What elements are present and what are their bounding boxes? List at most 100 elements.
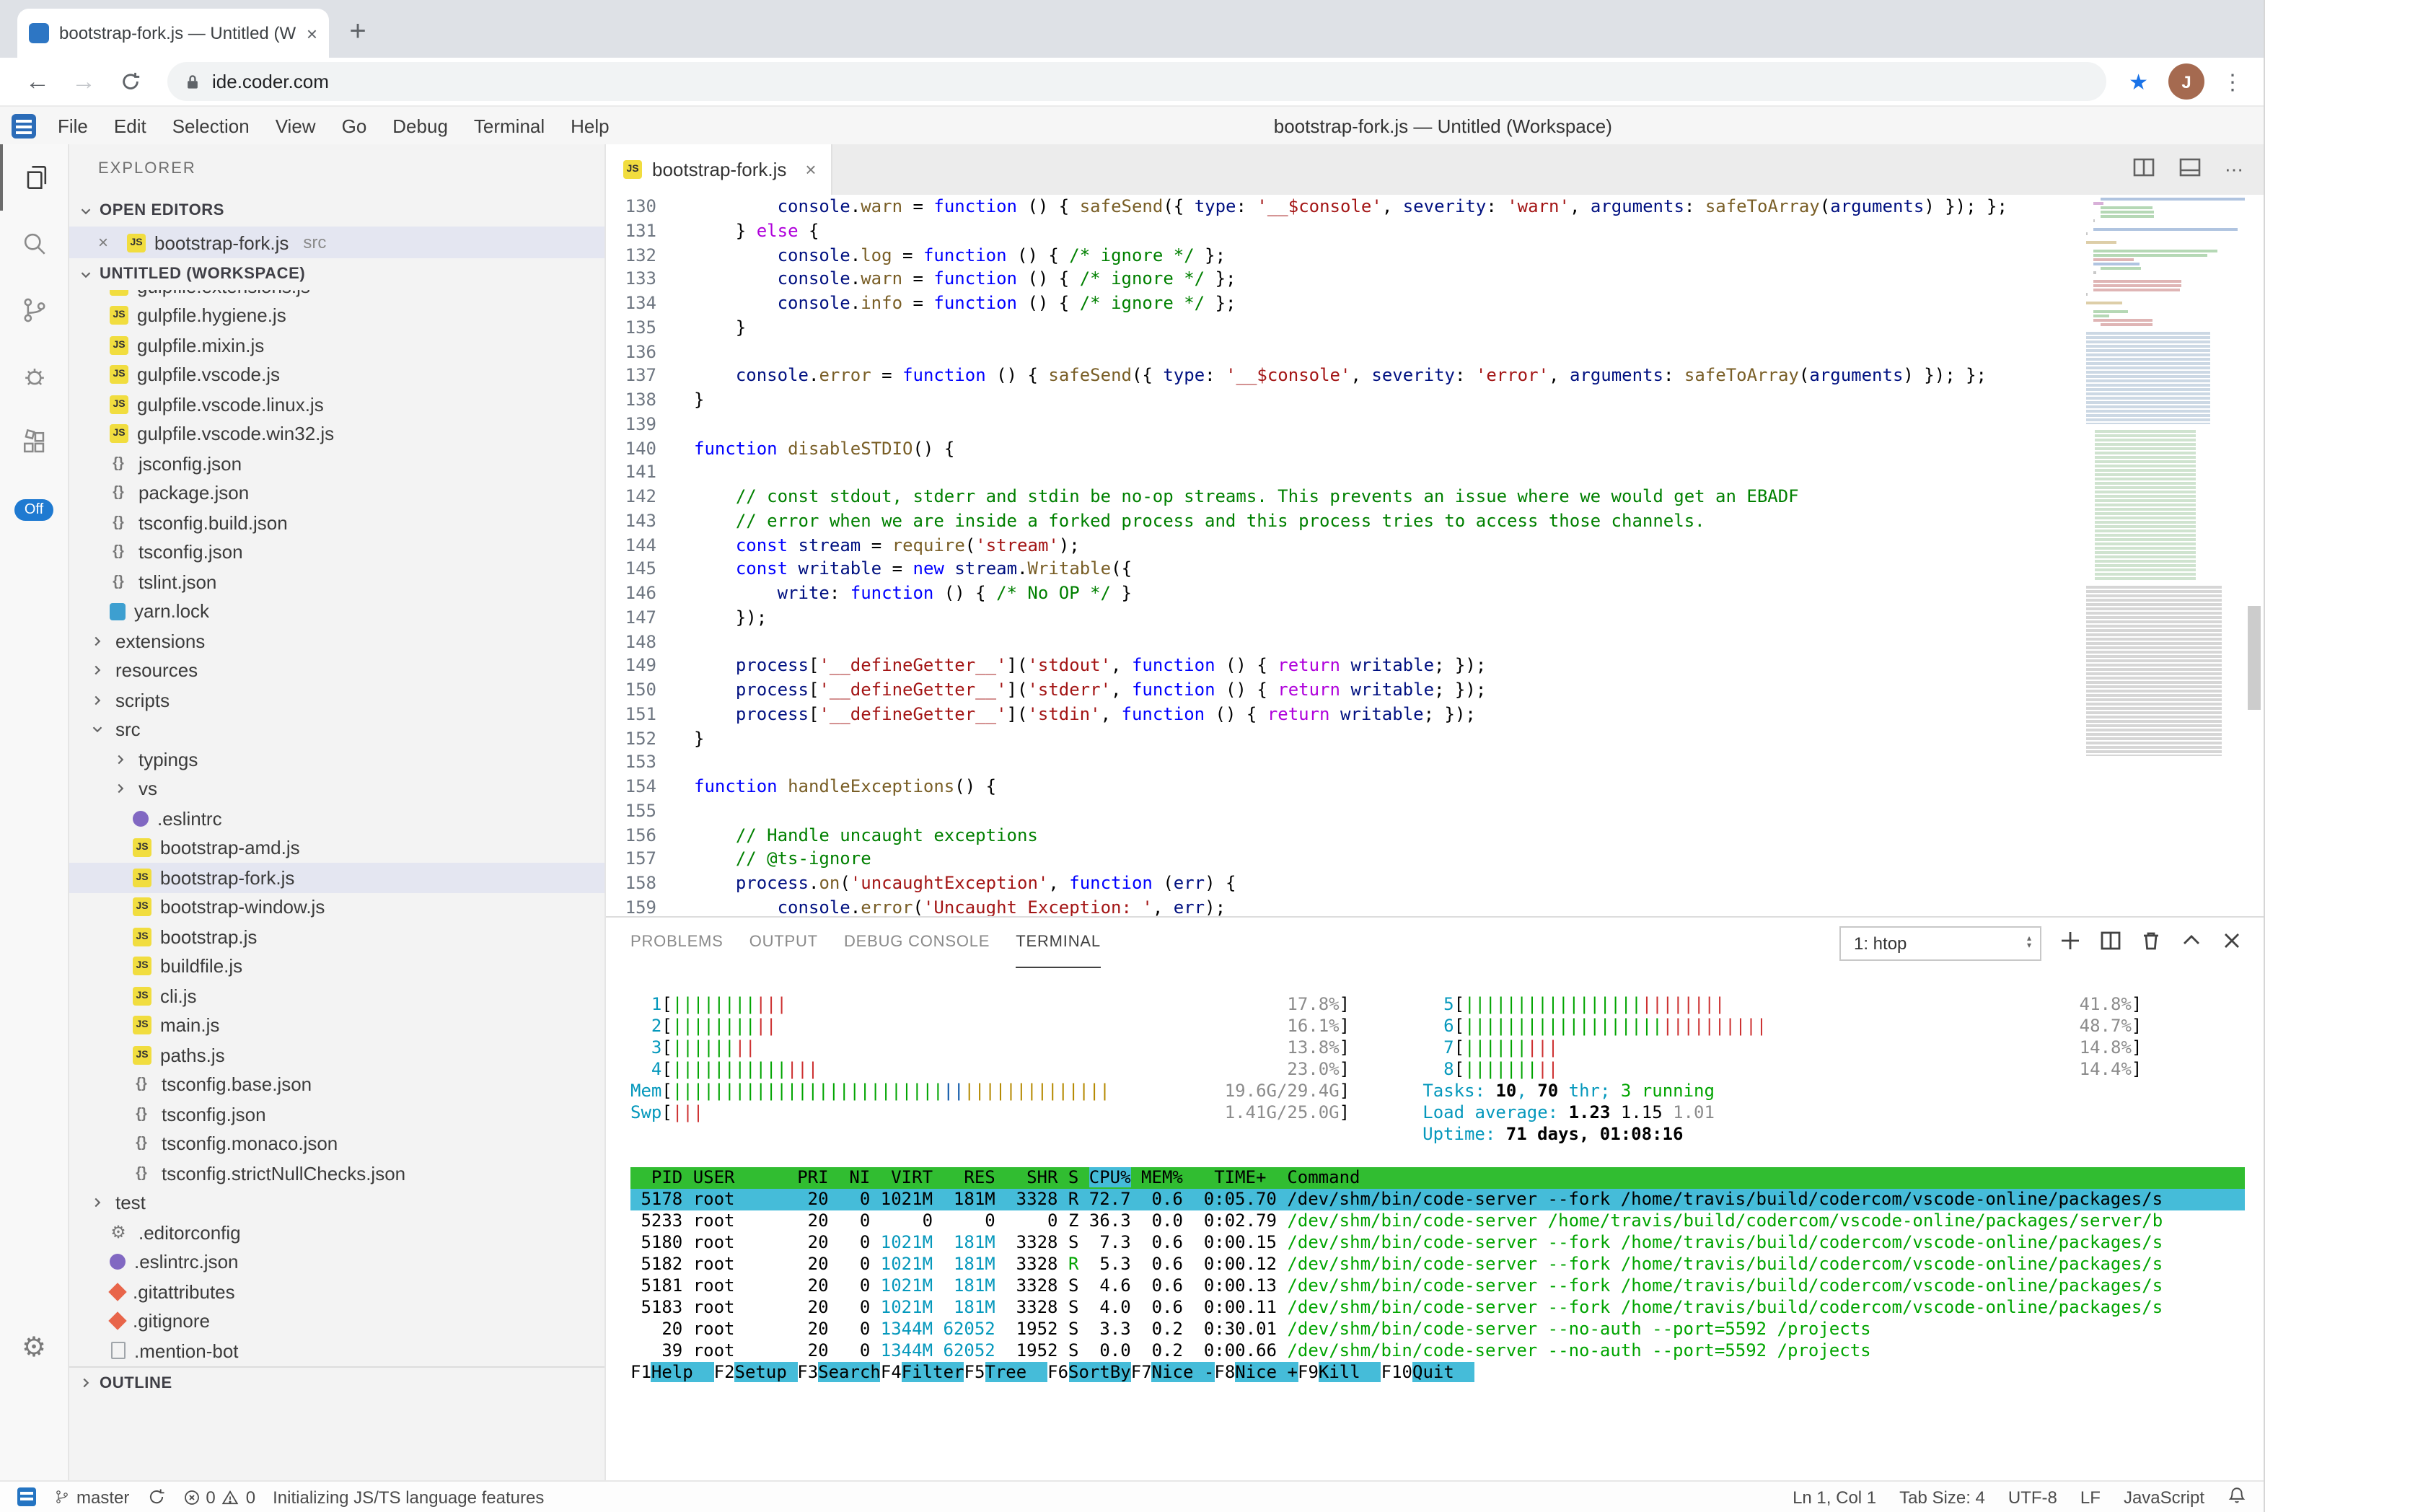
menu-debug[interactable]: Debug <box>379 115 461 136</box>
browser-tab[interactable]: bootstrap-fork.js — Untitled (W × <box>17 9 329 58</box>
editor-scrollbar[interactable] <box>2245 195 2264 916</box>
menu-help[interactable]: Help <box>558 115 623 136</box>
tree-item-scripts[interactable]: scripts <box>69 685 604 715</box>
status-badge[interactable]: Off <box>14 499 53 521</box>
tree-item-tsconfig.json[interactable]: {}tsconfig.json <box>69 537 604 567</box>
tree-item-yarn.lock[interactable]: yarn.lock <box>69 597 604 626</box>
tab-size[interactable]: Tab Size: 4 <box>1899 1487 1985 1507</box>
code-line-155: 155 <box>606 799 2264 824</box>
avatar[interactable]: J <box>2168 63 2204 100</box>
tree-item-bootstrap-fork.js[interactable]: JSbootstrap-fork.js <box>69 863 604 892</box>
menu-terminal[interactable]: Terminal <box>461 115 558 136</box>
forward-icon[interactable]: → <box>66 64 101 99</box>
workspace-header[interactable]: UNTITLED (WORKSPACE) <box>69 258 604 290</box>
tree-item-buildfile.js[interactable]: JSbuildfile.js <box>69 951 604 981</box>
close-icon[interactable]: × <box>98 232 115 252</box>
open-editor-item[interactable]: × JS bootstrap-fork.js src <box>69 227 604 258</box>
extensions-icon[interactable] <box>0 410 69 476</box>
tree-item-cli.js[interactable]: JScli.js <box>69 981 604 1011</box>
scrollbar-thumb[interactable] <box>2248 606 2261 710</box>
gear-icon[interactable]: ⚙ <box>22 1332 46 1365</box>
tree-item-.gitignore[interactable]: .gitignore <box>69 1306 604 1336</box>
terminal-picker[interactable]: 1: htop ▴▾ <box>1839 926 2041 960</box>
tree-item-gulpfile.hygiene.js[interactable]: JSgulpfile.hygiene.js <box>69 301 604 330</box>
tree-item-main.js[interactable]: JSmain.js <box>69 1011 604 1040</box>
kill-terminal-icon[interactable] <box>2140 929 2163 957</box>
reload-icon[interactable] <box>113 64 147 99</box>
tree-item-.mention-bot[interactable]: .mention-bot <box>69 1336 604 1366</box>
tree-item-gulpfile.vscode.win32.js[interactable]: JSgulpfile.vscode.win32.js <box>69 419 604 449</box>
code-editor[interactable]: 130 console.warn = function () { safeSen… <box>606 195 2264 916</box>
debug-icon[interactable] <box>0 343 69 410</box>
remote-indicator-icon[interactable] <box>17 1487 36 1506</box>
close-icon[interactable]: × <box>805 159 816 180</box>
back-icon[interactable]: ← <box>20 64 55 99</box>
tree-item-src[interactable]: src <box>69 715 604 744</box>
tree-item-tsconfig.json[interactable]: {}tsconfig.json <box>69 1099 604 1129</box>
menu-selection[interactable]: Selection <box>159 115 263 136</box>
tree-item-gulpfile.vscode.js[interactable]: JSgulpfile.vscode.js <box>69 360 604 390</box>
panel-tab-debug-console[interactable]: DEBUG CONSOLE <box>844 918 990 968</box>
menu-edit[interactable]: Edit <box>101 115 159 136</box>
menu-go[interactable]: Go <box>329 115 380 136</box>
url-bar[interactable]: ide.coder.com <box>167 62 2106 101</box>
tab-close-icon[interactable]: × <box>307 22 317 44</box>
terminal-content[interactable]: 1[||||||||||| 17.8%] 5[|||||||||||||||||… <box>606 968 2264 1480</box>
tree-item-tsconfig.strictNullChecks.json[interactable]: {}tsconfig.strictNullChecks.json <box>69 1159 604 1188</box>
browser-menu-icon[interactable]: ⋮ <box>2222 69 2243 94</box>
open-editors-header[interactable]: OPEN EDITORS <box>69 195 604 227</box>
tree-item-tslint.json[interactable]: {}tslint.json <box>69 567 604 597</box>
tree-item-bootstrap-window.js[interactable]: JSbootstrap-window.js <box>69 892 604 922</box>
tree-item-gulpfile.vscode.linux.js[interactable]: JSgulpfile.vscode.linux.js <box>69 390 604 419</box>
tree-item-gulpfile.extensions.js[interactable]: JSgulpfile.extensions.js <box>69 290 604 301</box>
maximize-panel-icon[interactable] <box>2180 929 2203 957</box>
tree-item-.gitattributes[interactable]: .gitattributes <box>69 1277 604 1306</box>
panel-tab-problems[interactable]: PROBLEMS <box>630 918 724 968</box>
branch-indicator[interactable]: master <box>53 1487 129 1507</box>
split-terminal-icon[interactable] <box>2099 929 2122 957</box>
tree-item-bootstrap-amd.js[interactable]: JSbootstrap-amd.js <box>69 833 604 863</box>
cursor-position[interactable]: Ln 1, Col 1 <box>1793 1487 1876 1507</box>
encoding[interactable]: UTF-8 <box>2008 1487 2057 1507</box>
search-icon[interactable] <box>0 211 69 277</box>
tree-item-resources[interactable]: resources <box>69 656 604 685</box>
tree-item-vs[interactable]: vs <box>69 774 604 804</box>
tree-item-.eslintrc[interactable]: .eslintrc <box>69 804 604 833</box>
eol[interactable]: LF <box>2080 1487 2101 1507</box>
outline-header[interactable]: OUTLINE <box>69 1366 604 1398</box>
new-terminal-icon[interactable] <box>2059 929 2082 957</box>
more-actions-icon[interactable]: ⋯ <box>2225 158 2243 181</box>
tree-item-typings[interactable]: typings <box>69 744 604 774</box>
explorer-icon[interactable] <box>0 144 69 211</box>
tree-item-tsconfig.build.json[interactable]: {}tsconfig.build.json <box>69 508 604 537</box>
tree-item-tsconfig.base.json[interactable]: {}tsconfig.base.json <box>69 1070 604 1099</box>
tree-item-test[interactable]: test <box>69 1188 604 1218</box>
tree-item-extensions[interactable]: extensions <box>69 626 604 656</box>
window-title: bootstrap-fork.js — Untitled (Workspace) <box>623 115 2264 136</box>
bell-icon[interactable] <box>2228 1485 2246 1508</box>
tree-item-bootstrap.js[interactable]: JSbootstrap.js <box>69 922 604 951</box>
problems-indicator[interactable]: 0 0 <box>183 1487 255 1507</box>
source-control-icon[interactable] <box>0 277 69 343</box>
bookmark-star-icon[interactable]: ★ <box>2129 69 2148 94</box>
editor-tab[interactable]: JS bootstrap-fork.js × <box>606 144 832 195</box>
close-panel-icon[interactable] <box>2220 929 2243 957</box>
panel-tab-output[interactable]: OUTPUT <box>749 918 818 968</box>
sync-icon[interactable] <box>146 1487 165 1506</box>
tree-item-package.json[interactable]: {}package.json <box>69 478 604 508</box>
tree-item-paths.js[interactable]: JSpaths.js <box>69 1040 604 1070</box>
tree-item-.editorconfig[interactable]: ⚙.editorconfig <box>69 1218 604 1247</box>
layout-icon[interactable] <box>2178 156 2202 183</box>
status-message[interactable]: Initializing JS/TS language features <box>273 1487 544 1507</box>
tree-item-jsconfig.json[interactable]: {}jsconfig.json <box>69 449 604 478</box>
tree-item-.eslintrc.json[interactable]: .eslintrc.json <box>69 1247 604 1277</box>
panel-tab-terminal[interactable]: TERMINAL <box>1016 918 1101 968</box>
tree-item-gulpfile.mixin.js[interactable]: JSgulpfile.mixin.js <box>69 330 604 360</box>
split-editor-icon[interactable] <box>2132 156 2155 183</box>
minimap[interactable] <box>2086 198 2245 756</box>
tree-item-tsconfig.monaco.json[interactable]: {}tsconfig.monaco.json <box>69 1129 604 1159</box>
menu-view[interactable]: View <box>263 115 329 136</box>
language-mode[interactable]: JavaScript <box>2124 1487 2204 1507</box>
new-tab-button[interactable]: + <box>338 13 378 53</box>
menu-file[interactable]: File <box>45 115 101 136</box>
